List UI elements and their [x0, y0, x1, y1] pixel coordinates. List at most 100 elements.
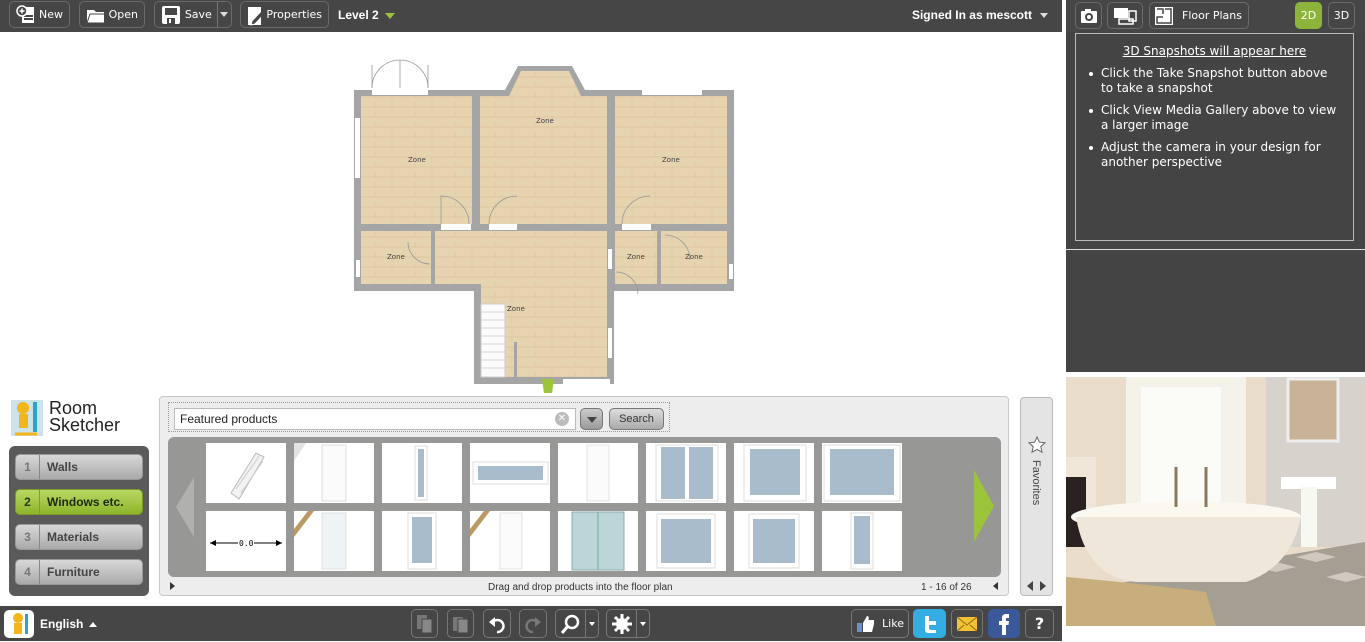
- scroll-left-icon[interactable]: [993, 582, 998, 590]
- twitter-button[interactable]: [913, 609, 946, 638]
- top-toolbar: New Open Save Properties Level 2 Signed …: [0, 0, 1062, 32]
- product-door[interactable]: [294, 443, 374, 503]
- settings-dropdown-chevron-icon[interactable]: [635, 610, 649, 637]
- product-window[interactable]: [734, 511, 814, 571]
- view-2d-toggle[interactable]: 2D: [1295, 2, 1322, 29]
- divider: [1066, 249, 1365, 250]
- snapshot-panel: Floor Plans 2D 3D 3D Snapshots will appe…: [1066, 0, 1365, 372]
- zoom-button[interactable]: [555, 609, 599, 638]
- step-number: 4: [16, 560, 40, 584]
- star-icon: [1028, 436, 1046, 454]
- floor-plans-button[interactable]: Floor Plans: [1149, 2, 1249, 29]
- media-gallery-button[interactable]: [1107, 2, 1143, 29]
- level-label: Level 2: [338, 8, 379, 22]
- level-selector[interactable]: Level 2: [338, 8, 395, 22]
- zone-label[interactable]: Zone: [387, 253, 405, 261]
- envelope-icon: [956, 616, 978, 631]
- favorites-next-icon[interactable]: [1040, 581, 1046, 591]
- product-wide-window[interactable]: [470, 443, 550, 503]
- product-door[interactable]: [470, 511, 550, 571]
- room-floor[interactable]: [435, 231, 607, 377]
- camera-icon: [1080, 8, 1097, 23]
- floor-plans-label: Floor Plans: [1182, 9, 1242, 22]
- product-staircase[interactable]: [206, 443, 286, 503]
- window-icon: [472, 461, 549, 485]
- mascot-logo-icon: [11, 400, 43, 436]
- step-number: 1: [16, 455, 40, 479]
- step-furniture[interactable]: 4 Furniture: [15, 559, 143, 585]
- search-input-value: Featured products: [180, 412, 278, 426]
- search-button[interactable]: Search: [609, 408, 664, 430]
- snapshot-title: 3D Snapshots will appear here: [1122, 44, 1307, 58]
- product-double-window[interactable]: [646, 443, 726, 503]
- product-glass-door[interactable]: [294, 511, 374, 571]
- product-window[interactable]: [646, 511, 726, 571]
- product-window[interactable]: [382, 511, 462, 571]
- save-dropdown-chevron-icon[interactable]: [216, 2, 231, 27]
- product-narrow-window[interactable]: [822, 511, 902, 571]
- product-narrow-window[interactable]: [382, 443, 462, 503]
- undo-button[interactable]: [483, 609, 511, 638]
- dimension-line-icon: 0.0: [210, 539, 282, 548]
- scroll-right-icon[interactable]: [170, 582, 175, 590]
- bathroom-photo: [1066, 377, 1365, 626]
- take-snapshot-button[interactable]: [1075, 2, 1102, 29]
- view-3d-toggle[interactable]: 3D: [1328, 2, 1355, 29]
- zone-label[interactable]: Zone: [408, 156, 426, 164]
- step-label: Materials: [47, 530, 100, 544]
- copy-button[interactable]: [411, 609, 438, 638]
- favorites-prev-icon[interactable]: [1027, 581, 1033, 591]
- email-share-button[interactable]: [951, 609, 983, 638]
- new-button[interactable]: New: [9, 1, 70, 28]
- category-dropdown-button[interactable]: [580, 408, 603, 430]
- properties-button[interactable]: Properties: [240, 1, 329, 28]
- door-icon: [470, 511, 523, 570]
- facebook-share-button[interactable]: [988, 609, 1020, 638]
- product-grid: 0.0: [168, 437, 1001, 577]
- floor-plan-icon: [1155, 6, 1173, 25]
- open-button[interactable]: Open: [79, 1, 145, 28]
- new-document-icon: [16, 4, 34, 23]
- settings-button[interactable]: [606, 609, 650, 638]
- product-double-glass-door[interactable]: [558, 511, 638, 571]
- paste-button[interactable]: [447, 609, 474, 638]
- snapshot-tips: Click the Take Snapshot button above to …: [1088, 66, 1341, 170]
- snapshot-tip: Adjust the camera in your design for ano…: [1088, 140, 1341, 170]
- help-button[interactable]: ?: [1025, 609, 1054, 638]
- entrance-marker[interactable]: [542, 379, 554, 393]
- favorites-tab[interactable]: Favorites: [1020, 397, 1053, 596]
- product-door[interactable]: [558, 443, 638, 503]
- zone-label[interactable]: Zone: [685, 253, 703, 261]
- zoom-dropdown-chevron-icon[interactable]: [584, 610, 598, 637]
- zone-label[interactable]: Zone: [536, 117, 554, 125]
- right-toolbar: Floor Plans 2D 3D: [1066, 0, 1365, 32]
- zone-label[interactable]: Zone: [662, 156, 680, 164]
- properties-label: Properties: [266, 8, 322, 21]
- twitter-icon: [924, 615, 936, 633]
- floppy-disk-icon: [162, 5, 180, 24]
- door-icon: [294, 511, 347, 570]
- staircase-symbol[interactable]: [480, 303, 506, 378]
- product-search-input[interactable]: Featured products ✕: [174, 408, 576, 430]
- product-window[interactable]: [734, 443, 814, 503]
- zone-label[interactable]: Zone: [507, 305, 525, 313]
- step-windows[interactable]: 2 Windows etc.: [15, 489, 143, 515]
- view-2d-label: 2D: [1300, 9, 1317, 22]
- facebook-like-button[interactable]: Like: [851, 609, 909, 638]
- language-selector[interactable]: English: [40, 617, 98, 631]
- next-page-arrow-icon[interactable]: [974, 470, 994, 542]
- account-menu[interactable]: Signed In as mescott: [912, 8, 1048, 22]
- redo-button[interactable]: [519, 609, 547, 638]
- facebook-icon: [999, 613, 1009, 635]
- signed-in-label: Signed In as mescott: [911, 8, 1032, 22]
- save-button[interactable]: Save: [154, 1, 232, 28]
- product-window[interactable]: [822, 443, 902, 503]
- previous-page-arrow-icon[interactable]: [176, 477, 194, 537]
- step-materials[interactable]: 3 Materials: [15, 524, 143, 550]
- step-walls[interactable]: 1 Walls: [15, 454, 143, 480]
- gear-icon: [612, 613, 632, 634]
- app-logo-icon: [4, 610, 34, 638]
- clear-search-icon[interactable]: ✕: [555, 412, 569, 426]
- zone-label[interactable]: Zone: [627, 253, 645, 261]
- product-dimension-line[interactable]: 0.0: [206, 511, 286, 571]
